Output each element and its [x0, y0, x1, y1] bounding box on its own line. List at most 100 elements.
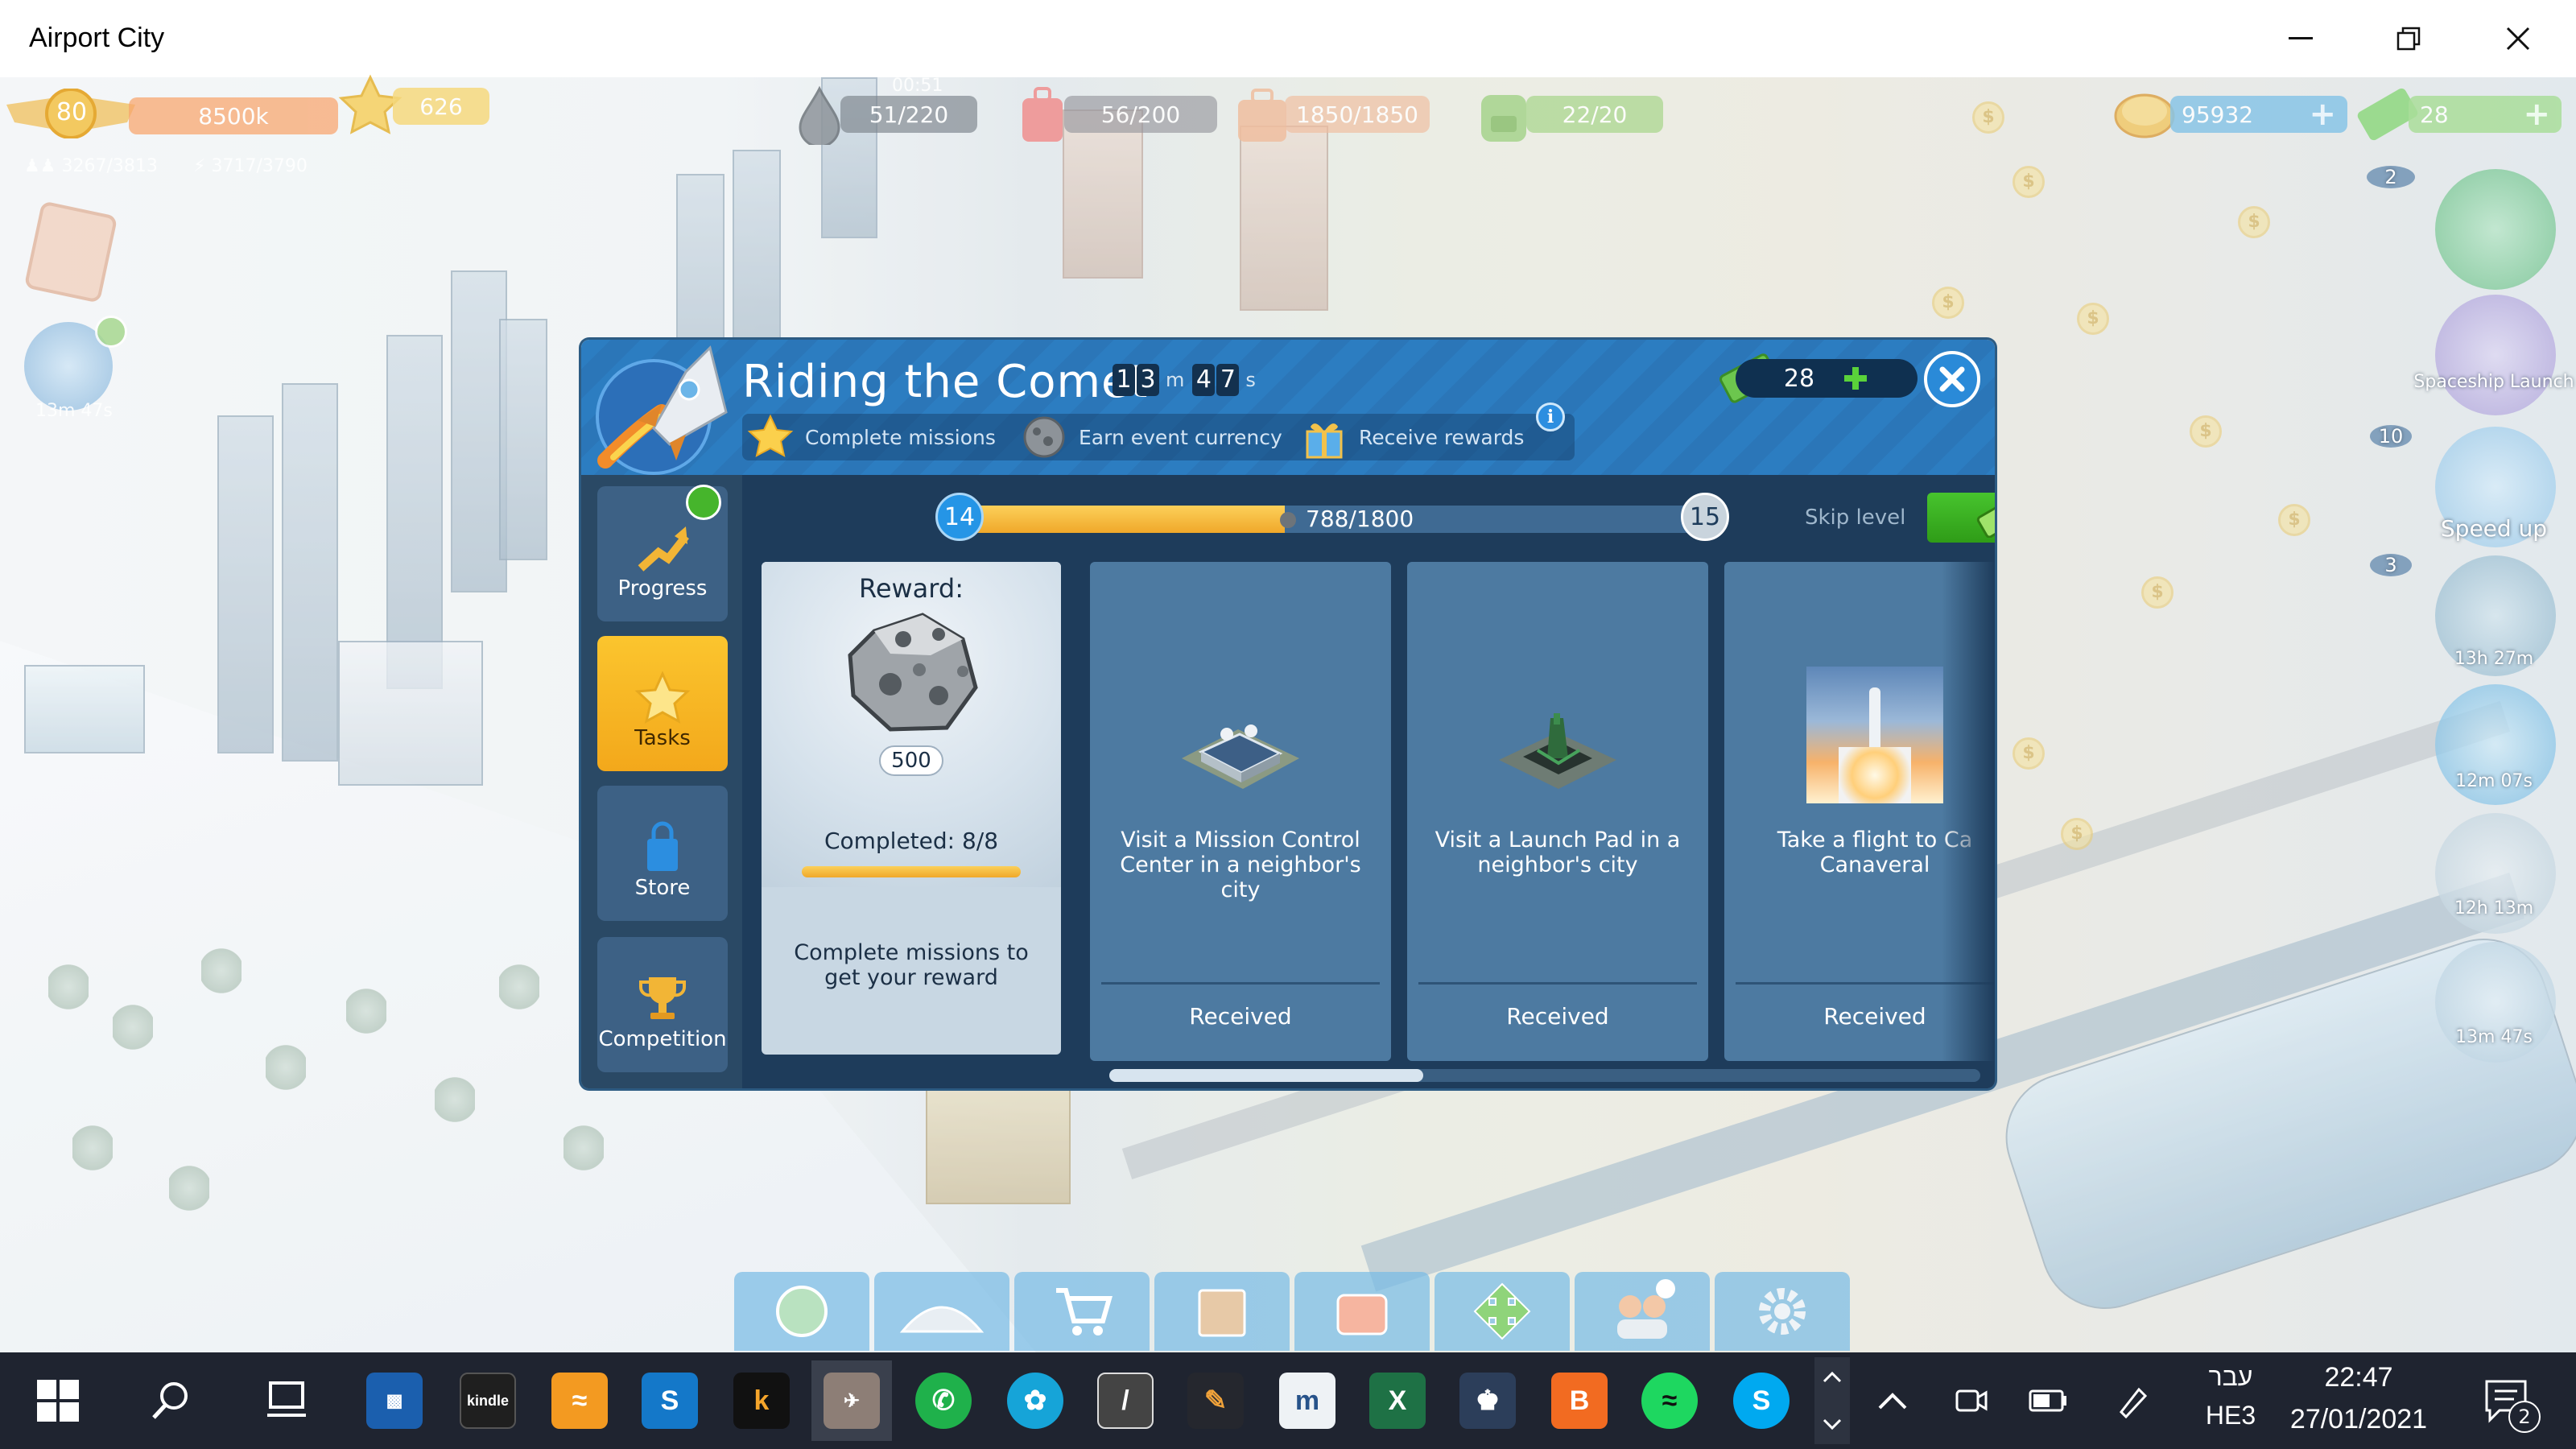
taskbar-musescore[interactable]: m — [1267, 1360, 1348, 1441]
mission-card[interactable]: Visit a Mission Control Center in a neig… — [1090, 562, 1391, 1061]
gauge-badge: 3 — [2370, 554, 2412, 576]
progress-chart-icon — [638, 526, 689, 572]
build-button[interactable] — [1435, 1272, 1570, 1351]
notifications-button[interactable]: 2 — [2463, 1360, 2552, 1441]
start-button[interactable] — [18, 1360, 98, 1441]
add-coins-icon[interactable]: + — [2309, 96, 2336, 133]
chevron-up-down-icon — [1823, 1371, 1842, 1430]
task-view-button[interactable] — [246, 1360, 327, 1441]
spaceship-launch-label: Spaceship Launch — [2413, 372, 2574, 392]
show-hidden-icons[interactable] — [1856, 1360, 1929, 1441]
taskbar-shazam[interactable]: S — [630, 1360, 710, 1441]
language-indicator[interactable]: עבר — [2194, 1362, 2267, 1392]
taskbar-whatsapp[interactable]: ✆ — [903, 1360, 984, 1441]
clock-time[interactable]: 22:47 — [2270, 1362, 2447, 1393]
window-titlebar: Airport City — [0, 0, 2576, 77]
cargo-counter[interactable]: 56/200 — [1016, 87, 1217, 142]
taskbar-sketch-app[interactable]: ✎ — [1175, 1360, 1256, 1441]
staff-counter[interactable]: 22/20 — [1473, 93, 1663, 142]
tab-tasks[interactable]: Tasks — [597, 636, 728, 771]
step-earn-currency: Earn event currency — [1021, 414, 1282, 460]
hangar-button[interactable] — [874, 1272, 1009, 1351]
tab-competition[interactable]: Competition — [597, 937, 728, 1072]
search-icon — [152, 1382, 188, 1419]
task-view-icon — [267, 1381, 306, 1417]
info-button[interactable]: i — [1536, 402, 1565, 431]
money-counter[interactable]: 8500k — [129, 95, 338, 137]
taskbar-chess[interactable]: ♚ — [1447, 1360, 1528, 1441]
passengers-counter[interactable]: 1850/1850 — [1232, 89, 1430, 142]
restore-button[interactable] — [2354, 0, 2463, 77]
meet-now-button[interactable] — [1935, 1360, 2008, 1441]
shop-button[interactable] — [1014, 1272, 1150, 1351]
comet-rock-icon — [1280, 512, 1296, 528]
tower-badge: 2 — [2367, 166, 2415, 188]
dialog-cash[interactable]: 28 — [1736, 359, 1918, 398]
mission-control-building-icon — [1182, 724, 1299, 789]
close-icon — [2506, 27, 2530, 51]
taskbar-kindle[interactable]: kindle — [448, 1360, 528, 1441]
taskbar-kobo[interactable]: k — [721, 1360, 802, 1441]
tab-label: Store — [634, 876, 691, 900]
gift-badge-icon — [686, 485, 721, 520]
taskbar-fan-app[interactable]: ✿ — [995, 1360, 1075, 1441]
speed-up-badge: 10 — [2370, 425, 2412, 448]
taskbar-excel[interactable]: X — [1357, 1360, 1438, 1441]
skip-level-button[interactable]: 170 — [1927, 493, 1995, 543]
level-progress-bar: 788/1800 — [968, 506, 1692, 533]
tab-store[interactable]: Store — [597, 786, 728, 921]
add-cash-icon[interactable]: + — [2523, 96, 2550, 133]
reward-progress-fill — [802, 866, 1021, 877]
mission-text: Visit a Launch Pad in a neighbor's city — [1435, 828, 1681, 877]
minimize-button[interactable] — [2246, 0, 2355, 77]
backpack-icon — [1481, 95, 1526, 142]
stars-counter[interactable]: 626 — [338, 74, 489, 134]
taskbar-audible[interactable]: ≈ — [539, 1360, 620, 1441]
boost-timer: 12m 07s — [2455, 771, 2533, 791]
taskbar-remote-desktop[interactable]: ▩ — [354, 1360, 435, 1441]
cards-scrollbar-thumb[interactable] — [1109, 1069, 1423, 1082]
spaceship-launch-button[interactable] — [2435, 295, 2556, 415]
clock-date[interactable]: 27/01/2021 — [2270, 1404, 2447, 1435]
step-receive-rewards: Receive rewards — [1301, 414, 1524, 460]
timer-digit: 4 — [1192, 364, 1216, 396]
search-button[interactable] — [130, 1360, 211, 1441]
event-dialog: Riding the Comet 1 3 m 4 7 s Complete mi… — [581, 340, 1995, 1088]
keyboard-layout[interactable]: HE3 — [2194, 1401, 2267, 1430]
fuel-value: 51/220 — [869, 101, 949, 128]
energy-counter: ⚡ 3717/3790 — [193, 156, 308, 176]
control-tower-button[interactable] — [2435, 169, 2556, 290]
close-window-button[interactable] — [2463, 0, 2573, 77]
chest-button[interactable] — [1294, 1272, 1430, 1351]
taskbar-airport-city[interactable]: ✈ — [811, 1360, 892, 1441]
comet-rock-icon — [1023, 416, 1065, 458]
add-cash-icon[interactable] — [1842, 365, 1869, 392]
globe-flights-button[interactable] — [734, 1272, 869, 1351]
mission-card[interactable]: Visit a Launch Pad in a neighbor's city … — [1407, 562, 1708, 1061]
dialog-header: Riding the Comet 1 3 m 4 7 s Complete mi… — [581, 340, 1995, 475]
pen-button[interactable] — [2096, 1360, 2169, 1441]
notification-count: 2 — [2508, 1401, 2541, 1433]
reward-title: Reward: — [859, 573, 964, 604]
tab-label: Tasks — [634, 726, 691, 750]
cash-counter[interactable]: 28 + — [2355, 88, 2562, 141]
taskbar-drawing-app[interactable]: / — [1085, 1360, 1166, 1441]
taskbar-scroller[interactable] — [1814, 1357, 1850, 1444]
trophy-icon — [639, 977, 686, 1019]
friends-button[interactable] — [1575, 1272, 1710, 1351]
mission-status: Received — [1189, 1003, 1292, 1030]
fuel-counter[interactable]: 51/220 — [789, 85, 977, 145]
tab-progress[interactable]: Progress — [597, 485, 728, 621]
cargo-bag-icon — [1022, 87, 1063, 142]
taskbar-blogger[interactable]: B — [1539, 1360, 1620, 1441]
event-timer: 1 3 m 4 7 s — [1113, 364, 1264, 396]
battery-button[interactable] — [2013, 1360, 2085, 1441]
settings-button[interactable] — [1715, 1272, 1850, 1351]
step-label: Complete missions — [805, 425, 996, 449]
taskbar-spotify[interactable]: ≈ — [1629, 1360, 1710, 1441]
taskbar-skype[interactable]: S — [1721, 1360, 1802, 1441]
storage-button[interactable] — [1154, 1272, 1290, 1351]
player-level-badge[interactable]: 80 — [6, 89, 135, 138]
close-dialog-button[interactable] — [1924, 351, 1980, 407]
coins-counter[interactable]: 95932 + — [2109, 93, 2347, 138]
